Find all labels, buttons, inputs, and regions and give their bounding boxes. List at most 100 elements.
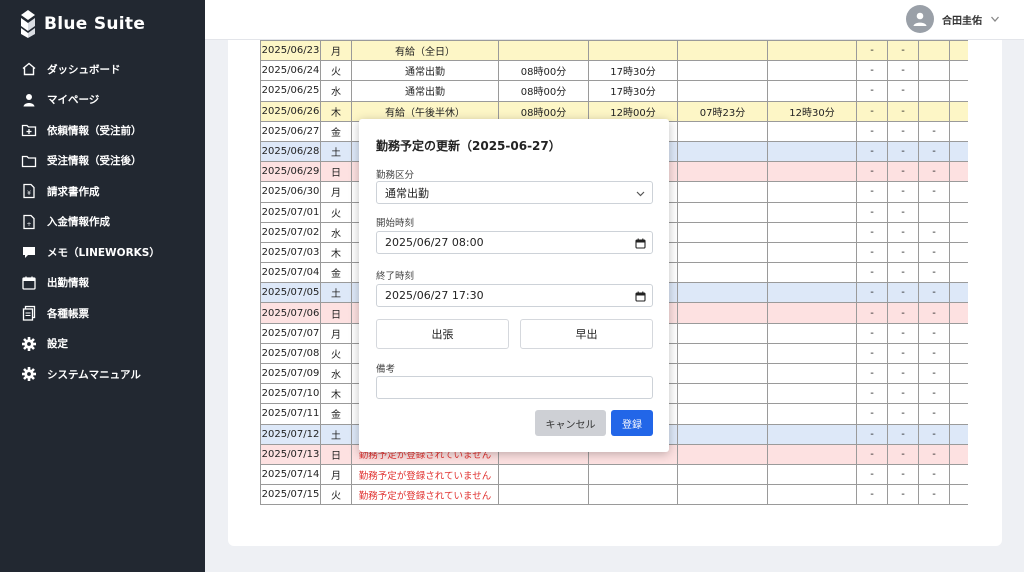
cell-extra (949, 262, 968, 284)
cell-extra (949, 443, 968, 465)
user-menu[interactable]: 合田圭佑 (906, 5, 1000, 33)
cell-date: 2025/06/23 (260, 40, 321, 62)
cell-actual_end (767, 322, 857, 344)
cell-extra (949, 282, 968, 304)
cell-dow: 月 (320, 463, 352, 486)
sidebar: Blue Suite ダッシュボードマイページ依頼情報（受注前） 受注情報（受注後… (0, 0, 205, 572)
cell-c10: - (918, 484, 950, 506)
cell-date: 2025/07/07 (260, 322, 321, 344)
cell-date: 2025/07/09 (260, 362, 321, 385)
business-trip-button[interactable]: 出張 (376, 319, 509, 349)
cell-dow: 日 (320, 161, 352, 183)
end-datetime-input[interactable]: 2025/06/27 17:30 (376, 284, 653, 307)
sidebar-item-4[interactable]: ¥ 請求書作成 (0, 176, 205, 207)
cell-extra (949, 161, 968, 183)
chevron-down-icon[interactable] (990, 14, 1000, 24)
calendar-icon[interactable] (635, 291, 646, 302)
cell-actual_end (767, 463, 857, 486)
cell-date: 2025/07/12 (260, 423, 321, 445)
cell-date: 2025/07/13 (260, 443, 321, 465)
cell-c10 (918, 80, 950, 102)
save-button[interactable]: 登録 (611, 410, 653, 436)
cell-c10 (918, 40, 950, 62)
cell-date: 2025/07/10 (260, 383, 321, 405)
documents-icon (21, 305, 37, 321)
cell-actual_end (767, 423, 857, 445)
avatar[interactable] (906, 5, 934, 33)
sidebar-item-5[interactable]: + 入金情報作成 (0, 207, 205, 238)
cell-start (498, 463, 589, 486)
sidebar-item-7[interactable]: 出勤情報 (0, 268, 205, 299)
cell-dow: 火 (320, 60, 352, 82)
cell-c9: - (887, 463, 919, 486)
end-datetime-value: 2025/06/27 17:30 (385, 289, 484, 302)
table-row[interactable]: 2025/07/14 月勤務予定が登録されていません - - - (260, 463, 968, 486)
table-row[interactable]: 2025/06/25 水通常出勤 08時00分 17時30分 - - (260, 80, 968, 102)
early-shift-button[interactable]: 早出 (520, 319, 653, 349)
cell-extra (949, 221, 968, 243)
sidebar-item-8[interactable]: 各種帳票 (0, 298, 205, 329)
cell-c10: - (918, 423, 950, 445)
cell-actual_end (767, 302, 857, 324)
cell-extra (949, 383, 968, 405)
cell-start: 08時00分 (498, 60, 589, 82)
cell-c10: - (918, 161, 950, 183)
sidebar-item-2[interactable]: 依頼情報（受注前） (0, 115, 205, 146)
brand-name: Blue Suite (44, 14, 146, 34)
notes-input[interactable] (376, 376, 653, 399)
work-type-select[interactable]: 通常出勤 (376, 181, 653, 204)
cell-type: 有給（全日） (351, 40, 499, 62)
cell-c10: - (918, 282, 950, 304)
sidebar-item-1[interactable]: マイページ (0, 85, 205, 116)
sidebar-item-3[interactable]: 受注情報（受注後） (0, 146, 205, 177)
table-row[interactable]: 2025/07/15 火勤務予定が登録されていません - - - (260, 484, 968, 506)
cell-dow: 月 (320, 40, 352, 62)
cell-c10: - (918, 181, 950, 203)
cell-c10: - (918, 140, 950, 163)
cell-actual_start (677, 161, 768, 183)
calendar-icon[interactable] (635, 238, 646, 249)
table-row[interactable]: 2025/06/24 火通常出勤 08時00分 17時30分 - - (260, 60, 968, 82)
cell-actual_end (767, 221, 857, 243)
cell-c9: - (887, 282, 919, 304)
brand-logo[interactable]: Blue Suite (20, 10, 145, 38)
cell-actual_start (677, 140, 768, 163)
cell-actual_end: 12時30分 (767, 100, 857, 122)
cell-c10: - (918, 120, 950, 142)
cell-c9: - (887, 140, 919, 163)
cell-type: 通常出勤 (351, 80, 499, 102)
chat-icon (21, 244, 37, 260)
home-icon (21, 61, 37, 77)
cell-actual_end (767, 181, 857, 203)
cell-date: 2025/07/14 (260, 463, 321, 486)
cell-dow: 水 (320, 221, 352, 243)
cell-c8: - (856, 423, 888, 445)
start-datetime-input[interactable]: 2025/06/27 08:00 (376, 231, 653, 254)
cell-actual_start (677, 262, 768, 284)
cell-c9: - (887, 342, 919, 365)
sidebar-item-label: 出勤情報 (47, 277, 89, 290)
cell-extra (949, 484, 968, 506)
cell-type: 勤務予定が登録されていません (351, 463, 499, 486)
cell-actual_end (767, 383, 857, 405)
cell-actual_start (677, 60, 768, 82)
sidebar-nav: ダッシュボードマイページ依頼情報（受注前） 受注情報（受注後） ¥ 請求書作成 + 入金情… (0, 54, 205, 390)
cell-extra (949, 302, 968, 324)
sidebar-item-6[interactable]: メモ（LINEWORKS） (0, 237, 205, 268)
sidebar-item-label: システムマニュアル (47, 368, 141, 381)
sidebar-item-label: マイページ (47, 94, 100, 107)
sidebar-item-0[interactable]: ダッシュボード (0, 54, 205, 85)
cell-c9: - (887, 484, 919, 506)
cancel-button[interactable]: キャンセル (535, 410, 606, 436)
cell-extra (949, 241, 968, 264)
blue-suite-logo-icon (21, 10, 35, 38)
dialog-title: 勤務予定の更新（2025-06-27） (376, 139, 561, 153)
table-row[interactable]: 2025/06/23 月有給（全日） - - (260, 40, 968, 62)
sidebar-item-10[interactable]: システムマニュアル (0, 359, 205, 390)
cell-date: 2025/07/15 (260, 484, 321, 506)
cell-dow: 土 (320, 140, 352, 163)
sidebar-item-9[interactable]: 設定 (0, 329, 205, 360)
cell-dow: 火 (320, 484, 352, 506)
cell-dow: 木 (320, 241, 352, 264)
user-avatar-icon (913, 12, 927, 26)
